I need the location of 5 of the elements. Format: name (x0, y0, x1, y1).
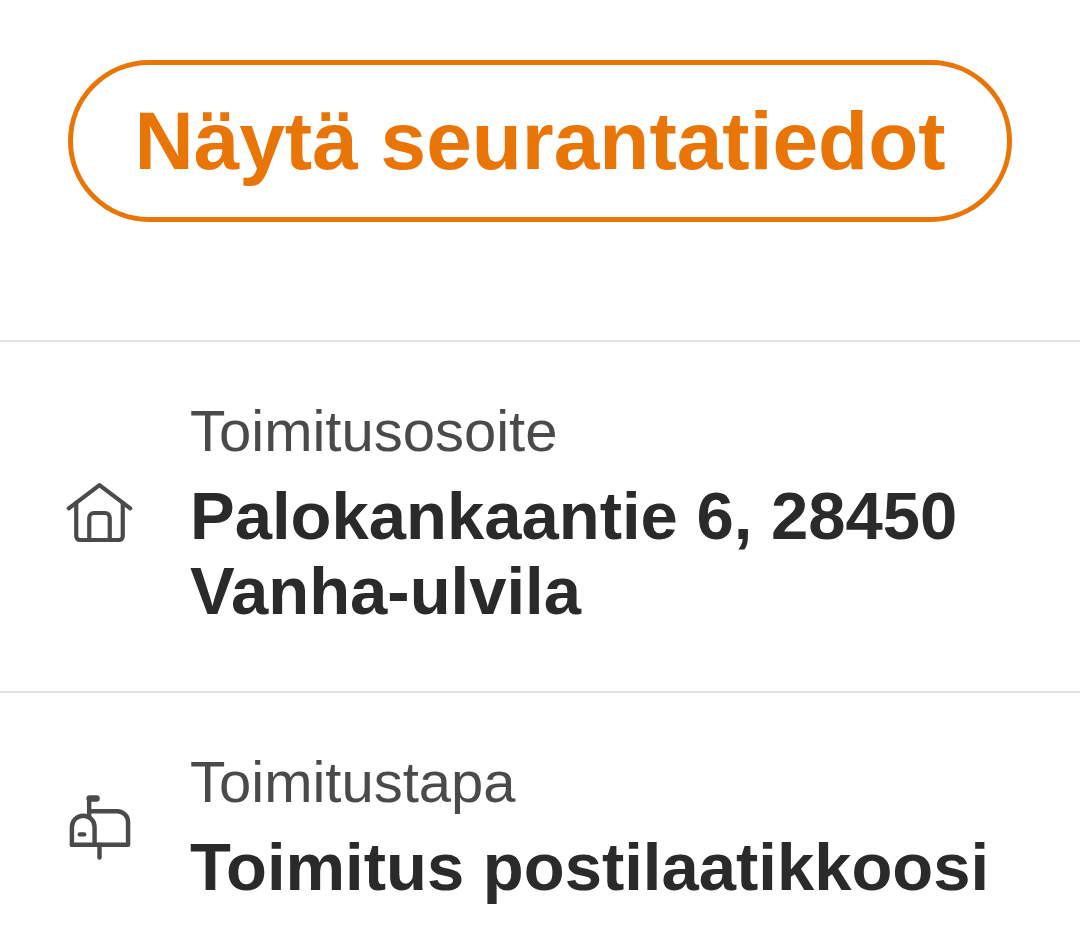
detail-label: Toimitustapa (190, 749, 517, 815)
show-tracking-button[interactable]: Näytä seurantatiedot (68, 60, 1012, 222)
detail-label: Toimitusosoite (190, 398, 559, 464)
detail-value: Palokankaantie 6, 28450 Vanha-ulvila (190, 478, 959, 628)
detail-value: Toimitus postilaatikkoosi (190, 829, 991, 904)
